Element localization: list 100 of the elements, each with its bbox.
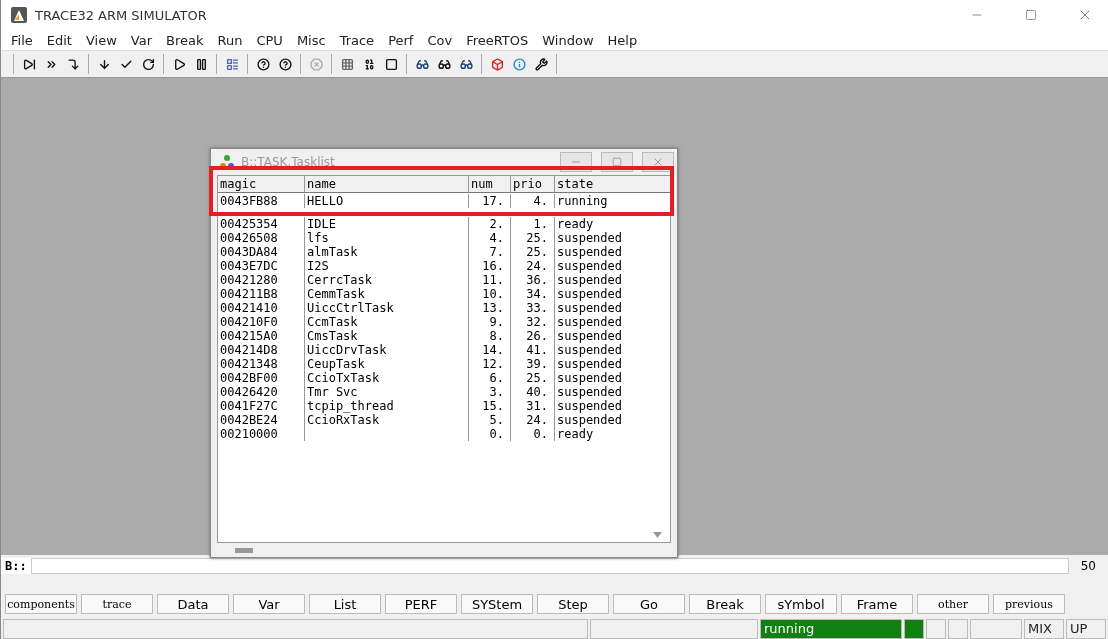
menu-item[interactable]: View	[78, 32, 124, 48]
table-cell: 5.	[468, 413, 510, 427]
command-field[interactable]	[30, 558, 1069, 574]
table-cell: 15.	[468, 399, 510, 413]
menu-item[interactable]: CPU	[249, 32, 290, 48]
table-cell: CcioTxTask	[304, 371, 468, 385]
table-cell: 25.	[510, 245, 554, 259]
table-cell: 10.	[468, 287, 510, 301]
command-button[interactable]: other	[917, 594, 989, 614]
status-segment	[904, 619, 924, 639]
menu-item[interactable]: Window	[535, 32, 601, 48]
table-cell: IDLE	[304, 217, 468, 231]
scrollbar-thumb[interactable]	[235, 547, 253, 553]
menu-item[interactable]: Cov	[420, 32, 460, 48]
window-title: TRACE32 ARM SIMULATOR	[35, 7, 208, 23]
menu-item[interactable]: Run	[210, 32, 250, 48]
table-cell: 33.	[510, 301, 554, 315]
command-button[interactable]: SYStem	[461, 594, 533, 614]
table-cell-text: 0042BF00	[219, 371, 279, 385]
table-cell: almTask	[304, 245, 468, 259]
command-button[interactable]: Go	[613, 594, 685, 614]
menu-item[interactable]: Edit	[39, 32, 79, 48]
command-button[interactable]: Data	[157, 594, 229, 614]
command-button[interactable]: trace	[81, 594, 153, 614]
table-cell-text: 00210000	[219, 427, 279, 441]
table-cell: 40.	[510, 385, 554, 399]
column-header[interactable]: state	[554, 176, 670, 192]
menu-item[interactable]: Misc	[289, 32, 333, 48]
command-button[interactable]: sYmbol	[765, 594, 837, 614]
table-cell-text: 00421410	[219, 301, 279, 315]
menu-item[interactable]: Perf	[381, 32, 421, 48]
table-cell: suspended	[554, 287, 670, 301]
column-header[interactable]: prio	[510, 176, 554, 192]
table-cell: 32.	[510, 315, 554, 329]
menu-item[interactable]: Help	[600, 32, 645, 48]
table-cell-text: 0043E7DC	[219, 259, 279, 273]
column-header[interactable]: num	[468, 176, 510, 192]
command-button[interactable]: Break	[689, 594, 761, 614]
table-cell: suspended	[554, 231, 670, 245]
table-cell: 14.	[468, 343, 510, 357]
column-header[interactable]: magic	[218, 176, 304, 192]
command-button[interactable]: PERF	[385, 594, 457, 614]
table-cell: 4.	[468, 231, 510, 245]
table-cell-text: 0041F27C	[219, 399, 279, 413]
table-cell: suspended	[554, 315, 670, 329]
table-cell: UiccDrvTask	[304, 343, 468, 357]
table-cell: suspended	[554, 273, 670, 287]
table-cell: 13.	[468, 301, 510, 315]
table-cell: 12.	[468, 357, 510, 371]
table-cell: 11.	[468, 273, 510, 287]
table-cell: running	[554, 194, 670, 208]
command-button[interactable]: Frame	[841, 594, 913, 614]
table-cell: 16.	[468, 259, 510, 273]
table-cell: suspended	[554, 301, 670, 315]
table-cell-text: 0043DA84	[219, 245, 279, 259]
table-cell: suspended	[554, 343, 670, 357]
table-cell: 25.	[510, 231, 554, 245]
command-button[interactable]: Step	[537, 594, 609, 614]
maximize-icon	[1025, 9, 1037, 21]
table-cell: CemmTask	[304, 287, 468, 301]
command-button[interactable]: components	[5, 594, 77, 614]
menu-item[interactable]: Var	[123, 32, 159, 48]
table-cell: 24.	[510, 259, 554, 273]
window-title: B::TASK.Tasklist	[241, 155, 336, 169]
table-cell: CeupTask	[304, 357, 468, 371]
menu-item[interactable]: Trace	[332, 32, 382, 48]
command-button[interactable]: List	[309, 594, 381, 614]
table-cell: 8.	[468, 329, 510, 343]
menu-item[interactable]: File	[4, 32, 40, 48]
table-cell: CerrcTask	[304, 273, 468, 287]
table-cell-text: 0043FB88	[219, 194, 279, 208]
table-cell: 7.	[468, 245, 510, 259]
table-cell: ready	[554, 427, 670, 441]
menu-item[interactable]: Break	[159, 32, 211, 48]
table-cell: tcpip_thread	[304, 399, 468, 413]
table-cell-text: 004211B8	[219, 287, 279, 301]
table-cell-text: 004215A0	[219, 329, 279, 343]
run-state: running	[760, 619, 902, 639]
table-cell: lfs	[304, 231, 468, 245]
direction-indicator: UP	[1066, 619, 1106, 639]
table-cell: suspended	[554, 259, 670, 273]
table-cell: UiccCtrlTask	[304, 301, 468, 315]
table-cell: 26.	[510, 329, 554, 343]
table-cell: ready	[554, 217, 670, 231]
table-cell-text: 00421280	[219, 273, 279, 287]
command-button[interactable]: Var	[233, 594, 305, 614]
table-cell-text: 004214D8	[219, 343, 279, 357]
menu-item[interactable]: FreeRTOS	[459, 32, 536, 48]
table-cell: 17.	[468, 194, 510, 208]
table-cell: 25.	[510, 371, 554, 385]
table-cell: 34.	[510, 287, 554, 301]
table-cell-text: 00426420	[219, 385, 279, 399]
scroll-down-icon[interactable]	[653, 532, 662, 538]
table-cell: CcioRxTask	[304, 413, 468, 427]
table-cell: 36.	[510, 273, 554, 287]
table-cell: 9.	[468, 315, 510, 329]
table-cell: CcmTask	[304, 315, 468, 329]
column-header[interactable]: name	[304, 176, 468, 192]
command-button[interactable]: previous	[993, 594, 1065, 614]
table-cell: 31.	[510, 399, 554, 413]
